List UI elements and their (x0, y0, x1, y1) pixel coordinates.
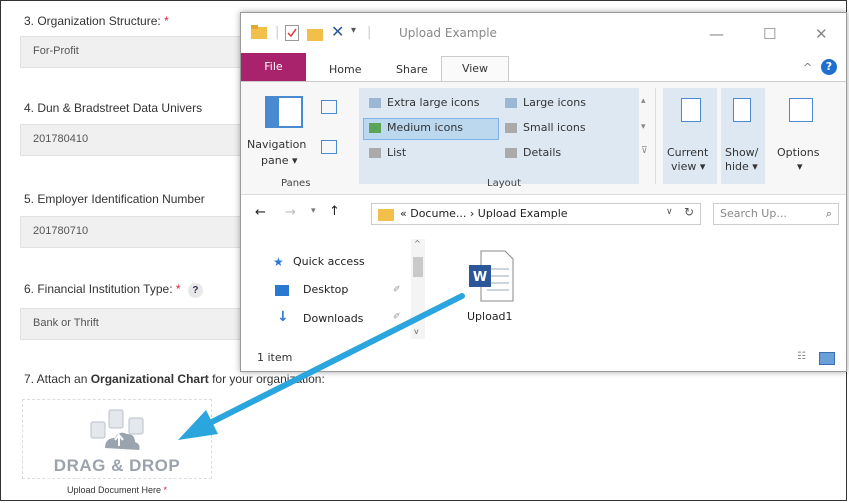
drag-arrow (178, 293, 465, 440)
